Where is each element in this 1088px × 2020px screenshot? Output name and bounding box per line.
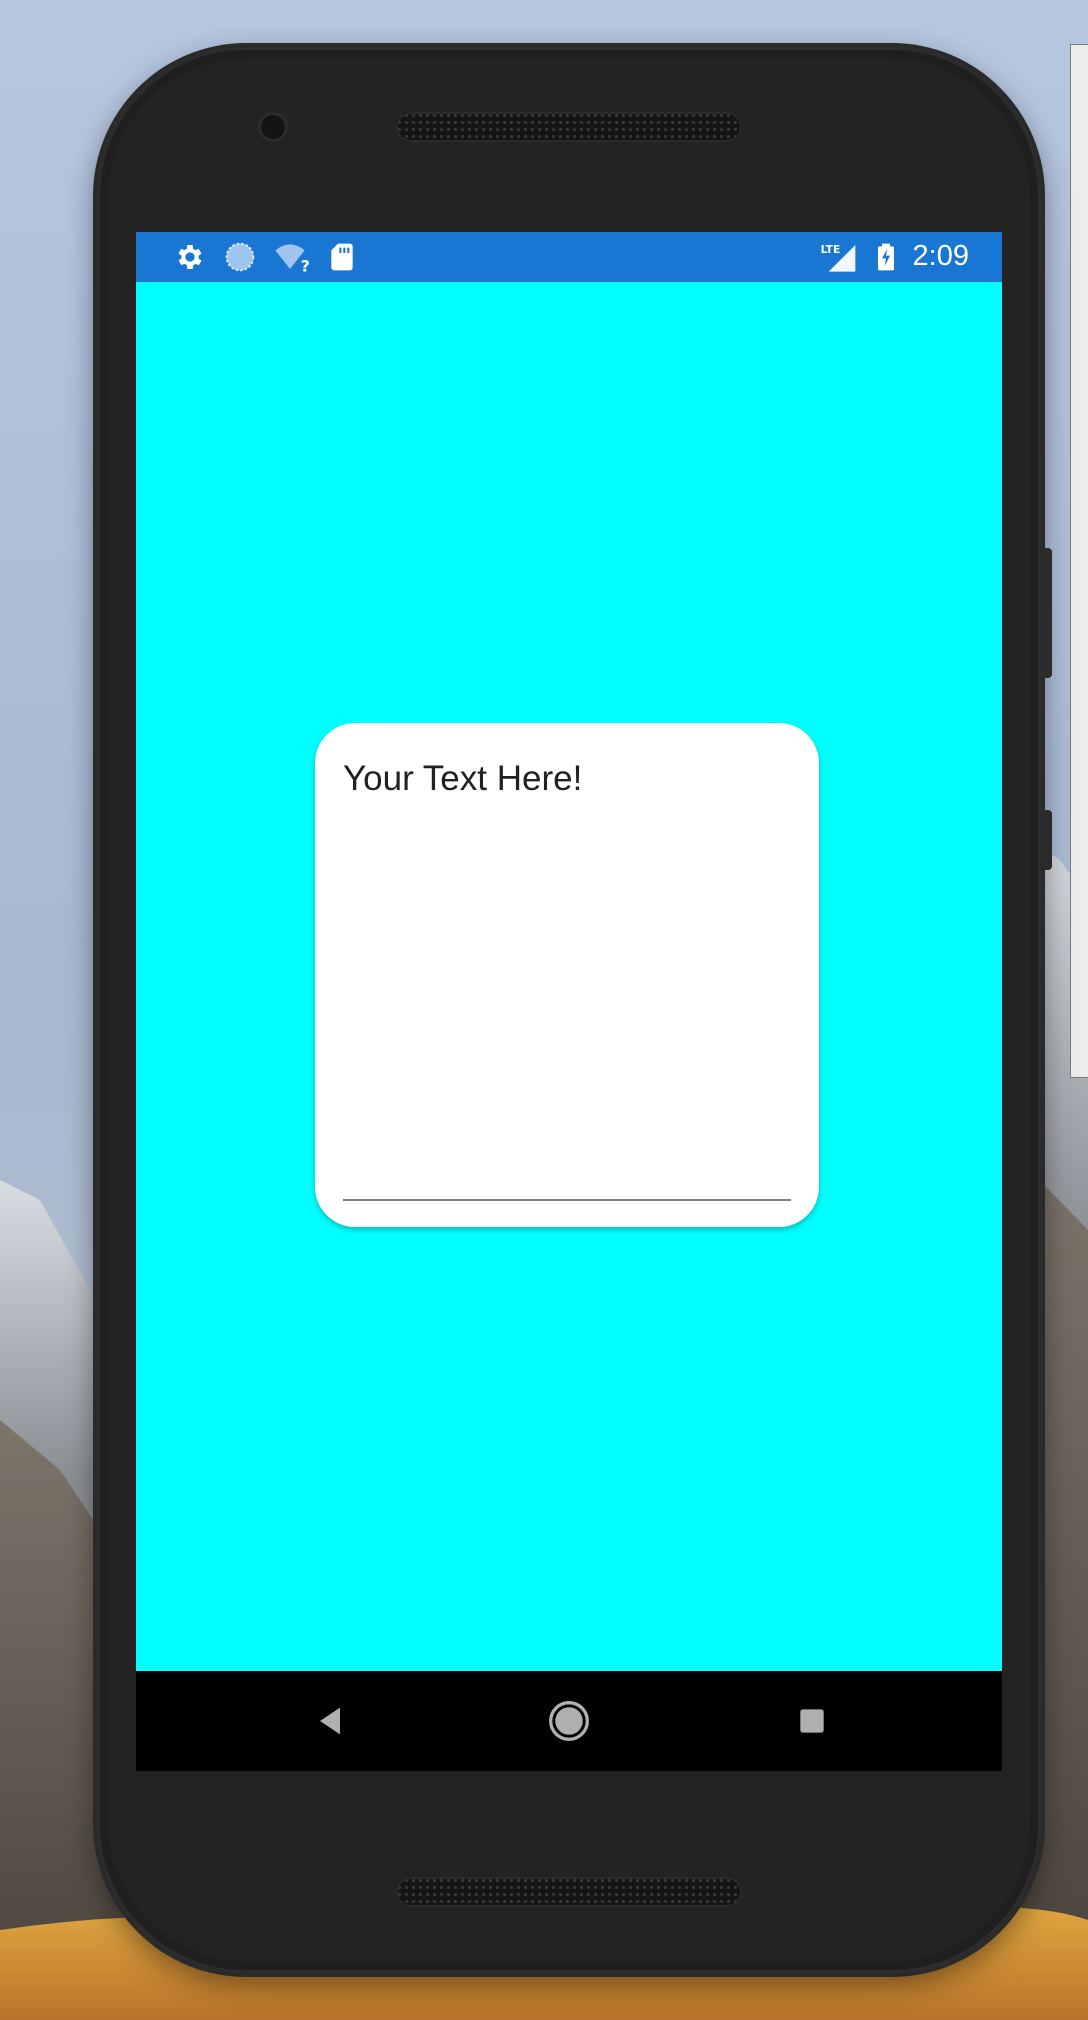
- volume-button[interactable]: [1040, 548, 1052, 678]
- phone-screen: ? LTE 2:09 Your Text Here!: [136, 232, 1002, 1771]
- front-camera: [258, 112, 288, 142]
- sync-icon: [225, 242, 255, 272]
- text-card[interactable]: Your Text Here!: [315, 723, 819, 1227]
- status-bar: ? LTE 2:09: [136, 232, 1002, 282]
- svg-text:?: ?: [301, 257, 310, 273]
- side-window: [1070, 44, 1088, 1078]
- back-icon[interactable]: [310, 1701, 350, 1741]
- navigation-bar: [136, 1671, 1002, 1771]
- power-button[interactable]: [1040, 810, 1052, 870]
- top-speaker: [396, 112, 742, 142]
- lte-signal-icon: LTE: [821, 243, 856, 272]
- svg-text:LTE: LTE: [821, 243, 841, 256]
- card-text[interactable]: Your Text Here!: [343, 759, 582, 799]
- status-time: 2:09: [912, 240, 969, 272]
- bottom-speaker: [396, 1877, 742, 1907]
- battery-charging-icon: [878, 243, 894, 271]
- text-field-underline: [343, 1199, 791, 1201]
- home-icon[interactable]: [547, 1699, 591, 1743]
- gear-icon: [178, 245, 202, 269]
- sd-card-icon: [331, 243, 353, 271]
- wifi-unknown-icon: ?: [275, 244, 310, 273]
- recents-icon[interactable]: [792, 1701, 832, 1741]
